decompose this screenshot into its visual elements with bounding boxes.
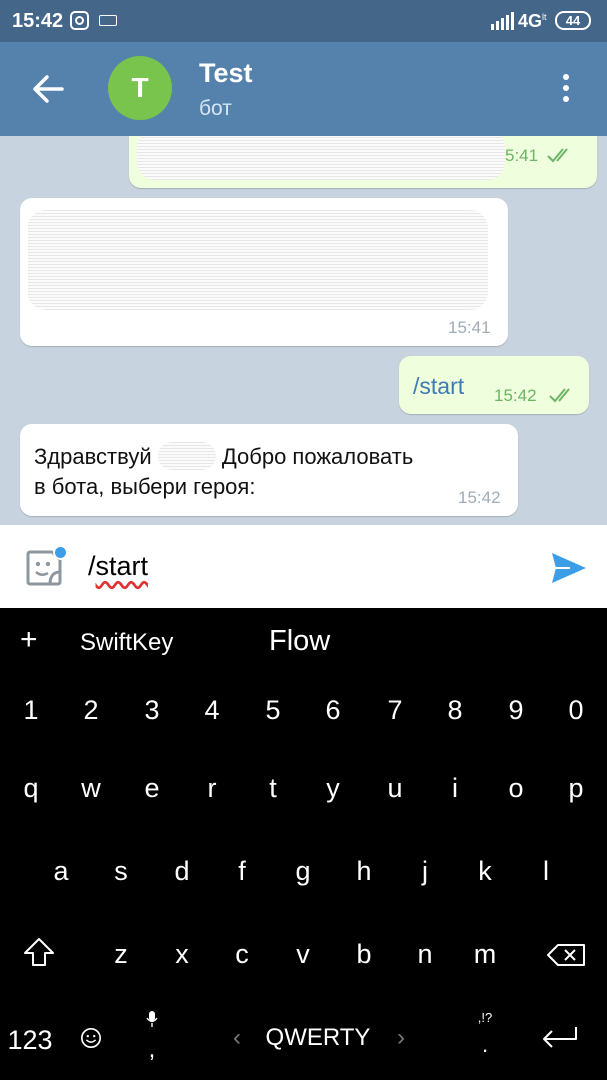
- microphone-icon: [146, 1011, 158, 1027]
- double-check-icon: [547, 148, 568, 163]
- key-b[interactable]: b: [334, 939, 394, 970]
- message-time: 5:41: [505, 146, 539, 165]
- backspace-icon[interactable]: [546, 943, 586, 967]
- key-j[interactable]: j: [395, 856, 455, 887]
- emoji-icon[interactable]: [80, 1027, 102, 1049]
- key-d[interactable]: d: [152, 856, 212, 887]
- message-time: 15:42: [494, 386, 537, 405]
- key-i[interactable]: i: [425, 773, 485, 804]
- message-bubble[interactable]: 15:41: [20, 198, 508, 346]
- key-o[interactable]: o: [486, 773, 546, 804]
- input-spellcheck-word: start: [95, 551, 149, 581]
- key-t[interactable]: t: [243, 773, 303, 804]
- key-6[interactable]: 6: [303, 695, 363, 726]
- keyboard-icon: [99, 15, 117, 26]
- key-q[interactable]: q: [1, 773, 61, 804]
- key-c[interactable]: c: [212, 939, 272, 970]
- key-z[interactable]: z: [91, 939, 151, 970]
- key-2[interactable]: 2: [61, 695, 121, 726]
- key-a[interactable]: a: [31, 856, 91, 887]
- status-time: 15:42: [12, 10, 64, 32]
- key-3[interactable]: 3: [122, 695, 182, 726]
- back-arrow-icon[interactable]: [30, 71, 66, 107]
- message-text-part: Здравствуй: [34, 444, 152, 469]
- key-p[interactable]: p: [546, 773, 606, 804]
- key-f[interactable]: f: [212, 856, 272, 887]
- redacted-text: [157, 442, 216, 471]
- key-g[interactable]: g: [273, 856, 333, 887]
- more-options-icon[interactable]: [560, 74, 572, 106]
- key-u[interactable]: u: [365, 773, 425, 804]
- key-m[interactable]: m: [455, 939, 515, 970]
- network-sub-label: lt: [542, 12, 547, 22]
- instagram-icon: [70, 11, 89, 30]
- punctuation-hint: ,!?: [477, 1010, 493, 1025]
- key-x[interactable]: x: [152, 939, 212, 970]
- command-link[interactable]: /start: [413, 373, 464, 400]
- network-label: 4G: [518, 11, 543, 31]
- enter-icon[interactable]: [540, 1025, 580, 1049]
- redacted-text: [137, 136, 505, 180]
- message-text: Здравствуй Добро пожаловать: [34, 442, 413, 472]
- key-l[interactable]: l: [516, 856, 576, 887]
- key-w[interactable]: w: [61, 773, 121, 804]
- double-check-icon: [549, 388, 570, 403]
- message-composer: /start: [0, 525, 607, 608]
- key-4[interactable]: 4: [182, 695, 242, 726]
- message-time: 15:42: [458, 488, 501, 507]
- chat-header: T Test бот: [0, 42, 607, 136]
- key-e[interactable]: e: [122, 773, 182, 804]
- key-5[interactable]: 5: [243, 695, 303, 726]
- avatar[interactable]: T: [108, 56, 172, 120]
- network-type: 4Glt: [518, 11, 547, 32]
- numbers-key[interactable]: 123: [0, 1025, 60, 1056]
- key-1[interactable]: 1: [1, 695, 61, 726]
- comma-key[interactable]: ,: [122, 1036, 182, 1064]
- space-key[interactable]: QWERTY: [248, 1024, 388, 1052]
- chat-title[interactable]: Test: [199, 58, 253, 89]
- redacted-text: [28, 210, 488, 310]
- message-bubble[interactable]: Здравствуй Добро пожаловать в бота, выбе…: [20, 424, 518, 516]
- suggestion-flow[interactable]: Flow: [269, 625, 330, 658]
- key-0[interactable]: 0: [546, 695, 606, 726]
- message-bubble[interactable]: /start 15:42: [399, 356, 589, 414]
- battery-icon: 44: [555, 11, 591, 30]
- key-n[interactable]: n: [395, 939, 455, 970]
- key-s[interactable]: s: [91, 856, 151, 887]
- message-bubble[interactable]: 5:41: [129, 136, 597, 188]
- suggestion-swiftkey[interactable]: SwiftKey: [80, 629, 173, 657]
- status-bar: 15:42 4Glt 44: [0, 0, 607, 42]
- message-text-line: в бота, выбери героя:: [34, 474, 256, 499]
- signal-icon: [491, 12, 514, 30]
- key-h[interactable]: h: [334, 856, 394, 887]
- key-7[interactable]: 7: [365, 695, 425, 726]
- period-key[interactable]: .: [455, 1032, 515, 1058]
- keyboard: + SwiftKey Flow: [0, 608, 607, 1080]
- key-y[interactable]: y: [303, 773, 363, 804]
- chat-subtitle: бот: [199, 97, 232, 120]
- message-list[interactable]: 5:41 15:41 /start 15:42 Здравствуй Добро…: [0, 136, 607, 525]
- key-8[interactable]: 8: [425, 695, 485, 726]
- toolbar-expand-button[interactable]: +: [20, 623, 38, 657]
- notification-dot: [53, 545, 68, 560]
- message-input[interactable]: /start: [88, 551, 148, 582]
- chevron-right-icon[interactable]: ›: [371, 1024, 431, 1052]
- message-text-part: Добро пожаловать: [221, 444, 414, 469]
- send-icon[interactable]: [550, 551, 588, 585]
- message-time: 15:41: [448, 318, 491, 337]
- key-v[interactable]: v: [273, 939, 333, 970]
- shift-icon[interactable]: [23, 937, 55, 967]
- key-k[interactable]: k: [455, 856, 515, 887]
- key-r[interactable]: r: [182, 773, 242, 804]
- key-9[interactable]: 9: [486, 695, 546, 726]
